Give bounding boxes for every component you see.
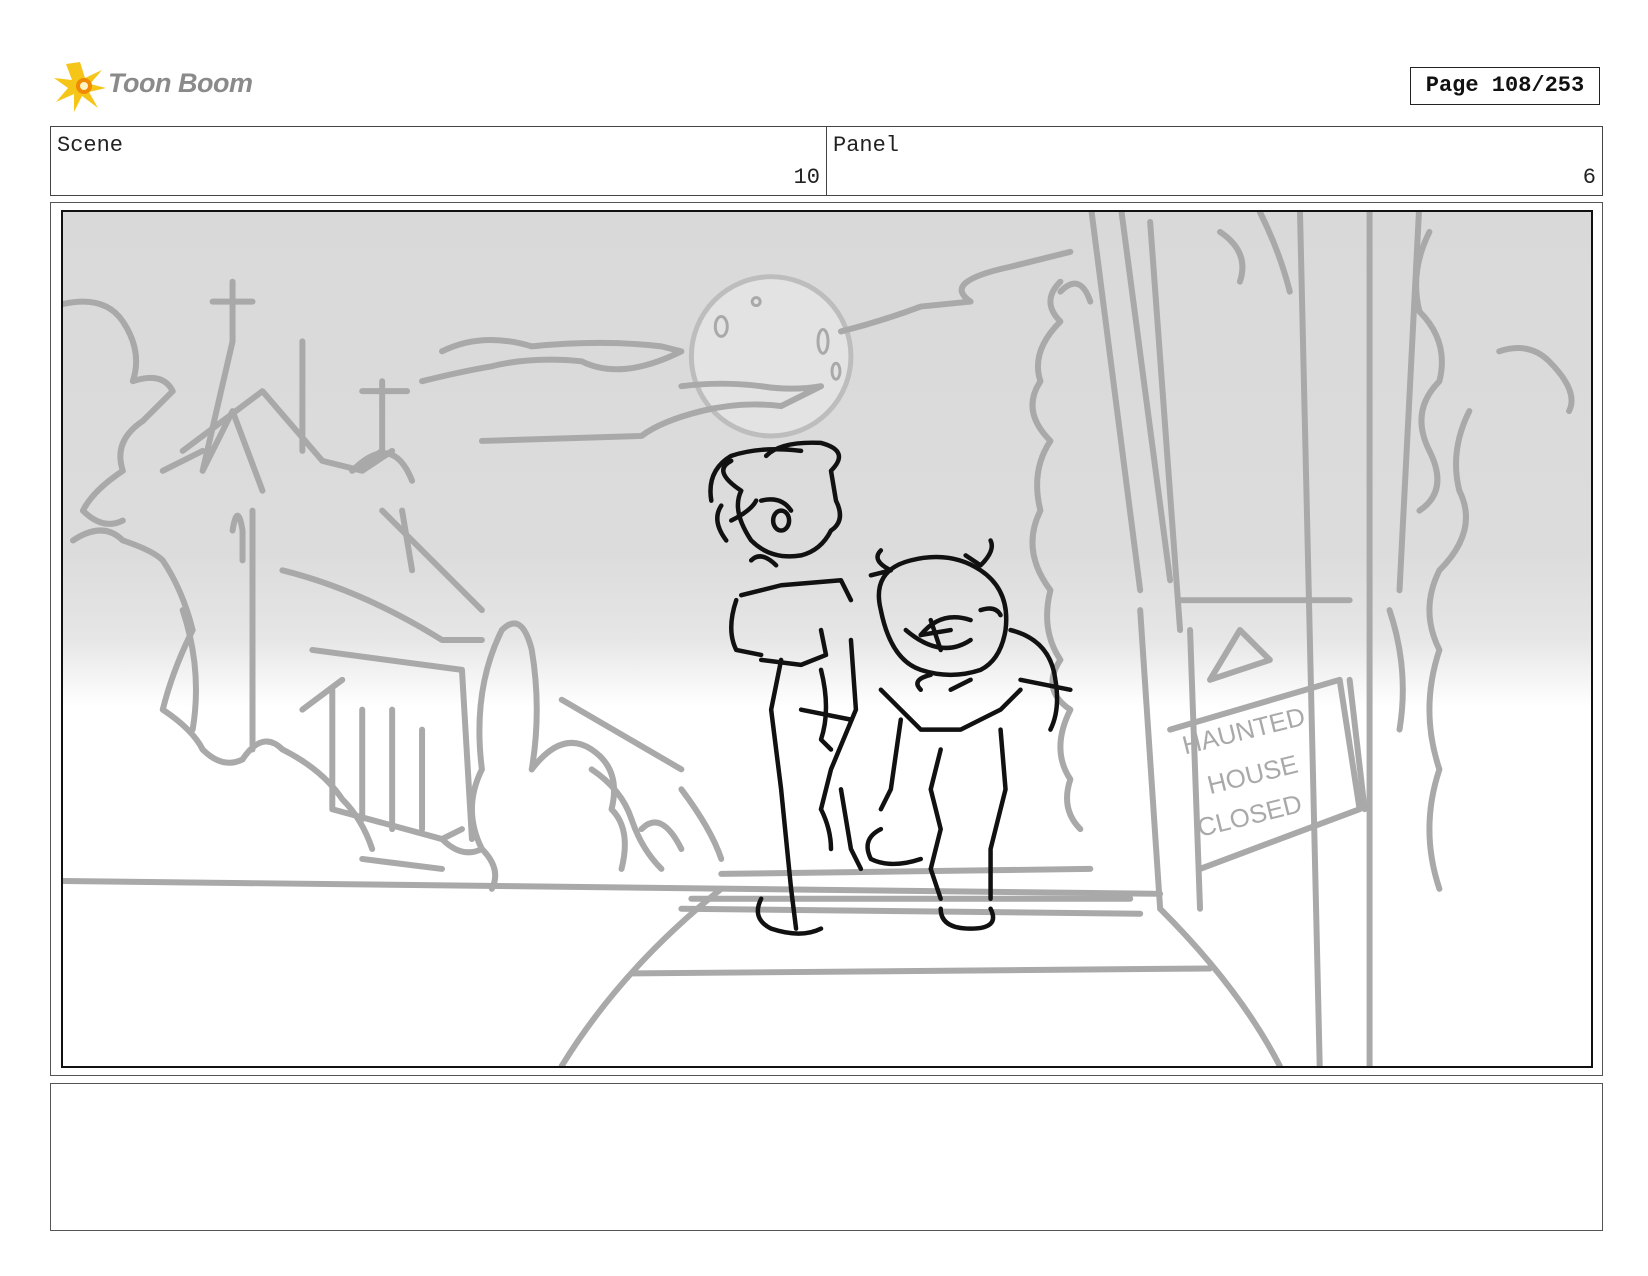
panel-notes-box	[50, 1083, 1603, 1231]
page-indicator: Page 108/253	[1410, 67, 1600, 105]
panel-label: Panel	[833, 133, 900, 158]
logo-text: Toon Boom	[108, 68, 253, 98]
sketch-illustration: HAUNTED HOUSE CLOSED	[63, 212, 1575, 1066]
panel-cell: Panel 6	[826, 127, 1602, 195]
storyboard-drawing: HAUNTED HOUSE CLOSED	[61, 210, 1593, 1068]
starburst-icon	[54, 62, 106, 112]
toon-boom-logo: Toon Boom	[52, 58, 262, 114]
scene-number: 10	[793, 165, 820, 190]
panel-number: 6	[1582, 165, 1596, 190]
scene-label: Scene	[57, 133, 124, 158]
scene-cell: Scene 10	[51, 127, 826, 195]
scene-panel-info: Scene 10 Panel 6	[50, 126, 1603, 196]
